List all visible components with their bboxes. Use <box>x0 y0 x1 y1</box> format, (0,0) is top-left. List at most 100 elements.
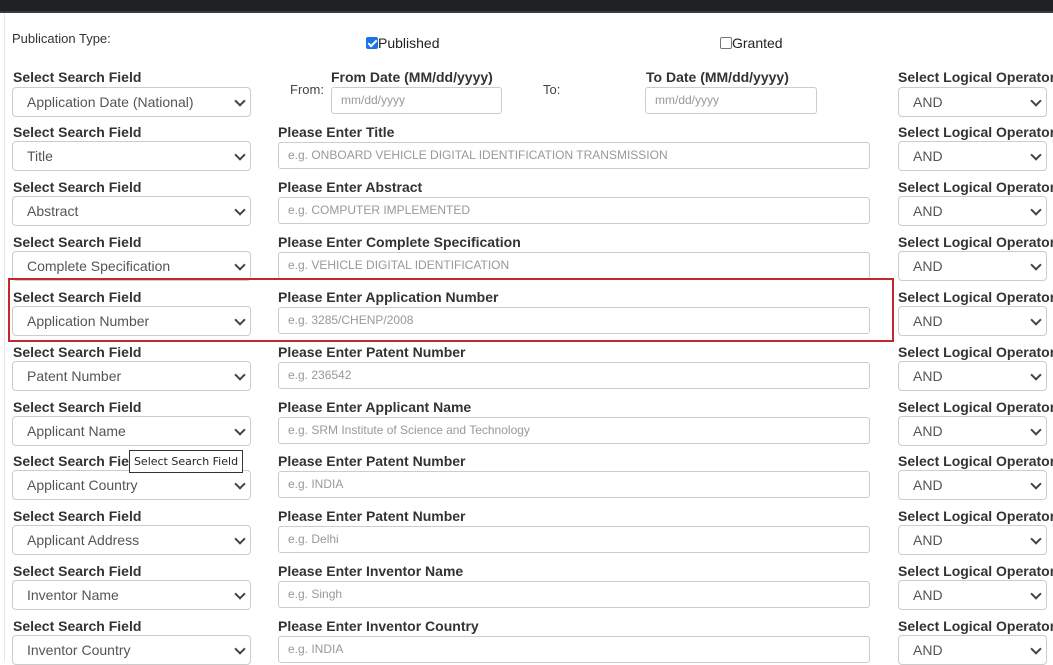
from-date-input[interactable]: mm/dd/yyyy <box>331 87 502 114</box>
chevron-down-icon <box>1030 478 1042 491</box>
search-input[interactable]: e.g. INDIA <box>278 471 870 499</box>
search-field-value: Applicant Address <box>27 532 140 549</box>
chevron-down-icon <box>1030 368 1042 381</box>
logical-operator-label: Select Logical Operator <box>898 618 1053 635</box>
search-field-label: Select Search Field <box>13 343 142 360</box>
logical-operator-value: AND <box>913 532 943 549</box>
chevron-down-icon <box>234 204 246 216</box>
chevron-down-icon <box>234 533 246 545</box>
search-field-label: Select Search Field <box>13 618 142 635</box>
chevron-down-icon <box>1030 423 1042 436</box>
search-field-value: Abstract <box>27 202 79 219</box>
logical-operator-select[interactable]: AND <box>898 87 1047 117</box>
logical-operator-select[interactable]: AND <box>898 305 1047 336</box>
chevron-down-icon <box>1030 314 1042 326</box>
search-field-select[interactable]: Applicant Country <box>12 470 251 501</box>
search-input[interactable]: e.g. VEHICLE DIGITAL IDENTIFICATION <box>278 251 870 279</box>
search-input[interactable]: e.g. Singh <box>278 581 870 609</box>
logical-operator-select[interactable]: AND <box>898 415 1047 446</box>
search-field-select[interactable]: Abstract <box>12 195 251 226</box>
logical-operator-select[interactable]: AND <box>898 470 1047 501</box>
to-prefix: To: <box>543 82 561 97</box>
chevron-down-icon <box>1030 643 1042 655</box>
published-checkbox[interactable]: Published <box>366 35 440 51</box>
logical-operator-select[interactable]: AND <box>898 360 1047 391</box>
logical-operator-value: AND <box>913 312 943 329</box>
chevron-down-icon <box>234 368 246 381</box>
input-label: Please Enter Abstract <box>278 178 423 195</box>
search-field-label: Select Search Field <box>13 508 142 525</box>
chevron-down-icon <box>1030 149 1042 161</box>
search-field-value: Inventor Name <box>27 587 119 604</box>
logical-operator-label: Select Logical Operator <box>898 69 1053 85</box>
chevron-down-icon <box>234 259 246 271</box>
chevron-down-icon <box>234 643 246 655</box>
browser-top-bar <box>0 0 1053 13</box>
logical-operator-value: AND <box>913 367 943 384</box>
logical-operator-select[interactable]: AND <box>898 141 1047 171</box>
search-field-label: Select Search Field <box>13 69 142 85</box>
logical-operator-value: AND <box>913 422 943 439</box>
input-label: Please Enter Inventor Country <box>278 618 479 635</box>
search-field-select[interactable]: Complete Specification <box>12 250 251 281</box>
search-field-value: Title <box>27 148 53 164</box>
left-border <box>4 13 5 661</box>
search-field-select[interactable]: Title <box>12 141 251 171</box>
search-input[interactable]: e.g. SRM Institute of Science and Techno… <box>278 416 870 444</box>
chevron-down-icon <box>1030 95 1042 107</box>
logical-operator-select[interactable]: AND <box>898 580 1047 611</box>
chevron-down-icon <box>234 423 246 436</box>
logical-operator-value: AND <box>913 642 943 659</box>
logical-operator-label: Select Logical Operator <box>898 398 1053 415</box>
search-input[interactable]: e.g. Delhi <box>278 526 870 554</box>
search-input[interactable]: e.g. INDIA <box>278 636 870 664</box>
chevron-down-icon <box>234 95 246 107</box>
chevron-down-icon <box>1030 588 1042 600</box>
search-field-value: Inventor Country <box>27 642 131 659</box>
search-input[interactable]: e.g. 236542 <box>278 361 870 389</box>
input-label: Please Enter Complete Specification <box>278 233 521 250</box>
search-input[interactable]: e.g. ONBOARD VEHICLE DIGITAL IDENTIFICAT… <box>278 142 870 169</box>
logical-operator-label: Select Logical Operator <box>898 124 1053 140</box>
search-field-select[interactable]: Patent Number <box>12 360 251 391</box>
chevron-down-icon <box>1030 533 1042 545</box>
search-field-select[interactable]: Applicant Address <box>12 525 251 556</box>
input-label: Please Enter Applicant Name <box>278 398 472 415</box>
from-prefix: From: <box>290 82 324 97</box>
search-field-label: Select Search Field <box>13 124 142 140</box>
logical-operator-value: AND <box>913 477 943 494</box>
search-field-label: Select Search Field <box>13 398 142 415</box>
logical-operator-label: Select Logical Operator <box>898 453 1053 470</box>
logical-operator-select[interactable]: AND <box>898 250 1047 281</box>
logical-operator-label: Select Logical Operator <box>898 178 1053 195</box>
granted-label: Granted <box>732 35 783 51</box>
to-date-input[interactable]: mm/dd/yyyy <box>645 87 817 114</box>
logical-operator-value: AND <box>913 257 943 274</box>
logical-operator-label: Select Logical Operator <box>898 563 1053 580</box>
chevron-down-icon <box>234 478 246 491</box>
search-field-label: Select Search Field <box>13 233 142 250</box>
tooltip: Select Search Field <box>129 450 243 473</box>
input-label: Please Enter Patent Number <box>278 508 466 525</box>
search-field-value: Patent Number <box>27 367 122 384</box>
search-field-select[interactable]: Applicant Name <box>12 415 251 446</box>
logical-operator-value: AND <box>913 587 943 604</box>
highlight-box <box>8 278 894 342</box>
search-field-select[interactable]: Application Date (National) <box>12 87 251 117</box>
search-field-label: Select Search Field <box>13 178 142 195</box>
chevron-down-icon <box>1030 259 1042 271</box>
logical-operator-select[interactable]: AND <box>898 525 1047 556</box>
logical-operator-value: AND <box>913 94 943 110</box>
logical-operator-value: AND <box>913 148 943 164</box>
granted-checkbox[interactable]: Granted <box>720 35 783 51</box>
logical-operator-label: Select Logical Operator <box>898 508 1053 525</box>
logical-operator-select[interactable]: AND <box>898 195 1047 226</box>
search-field-select[interactable]: Inventor Name <box>12 580 251 611</box>
search-field-label: Select Search Field <box>13 453 142 470</box>
checkbox-checked-icon[interactable] <box>366 37 378 49</box>
search-field-value: Application Date (National) <box>27 94 194 110</box>
search-input[interactable]: e.g. COMPUTER IMPLEMENTED <box>278 196 870 224</box>
search-field-value: Applicant Name <box>27 422 126 439</box>
checkbox-unchecked-icon[interactable] <box>720 37 732 49</box>
from-date-label: From Date (MM/dd/yyyy) <box>331 69 493 85</box>
